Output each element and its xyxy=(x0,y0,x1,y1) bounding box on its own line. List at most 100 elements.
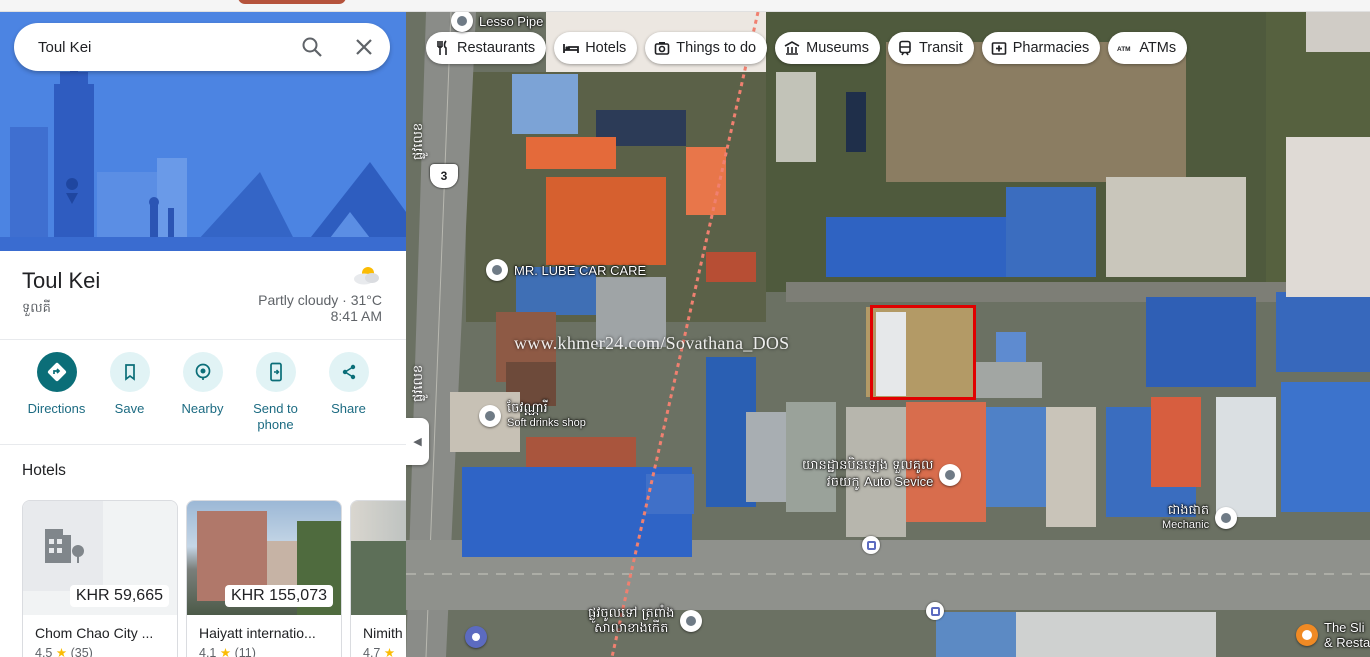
place-subtitle: ទួលគី xyxy=(22,301,51,316)
bus-stop-icon[interactable] xyxy=(926,602,944,620)
divider xyxy=(0,339,406,340)
fork-knife-icon xyxy=(435,40,451,56)
directions-icon xyxy=(36,352,77,392)
star-icon: ★ xyxy=(219,646,232,657)
chip-restaurants[interactable]: Restaurants xyxy=(426,32,547,64)
bed-icon xyxy=(563,40,580,56)
chip-transit[interactable]: Transit xyxy=(887,32,974,64)
collapse-panel-button[interactable]: ◀ xyxy=(406,418,429,465)
hotel-name: Nimith xyxy=(363,625,403,641)
road-label: ផ្លូវលេខ xyxy=(411,122,426,160)
map-pin-icon xyxy=(486,259,508,281)
chip-label: ATMs xyxy=(1139,40,1177,56)
chip-label: Pharmacies xyxy=(1012,40,1090,56)
poi-auto-service[interactable]: យានដ្ឋានបិនឡេង ទួលគូល វចយកូ Auto Sevice xyxy=(802,458,962,491)
hotel-card[interactable]: Nimith 4.7 ★ xyxy=(350,500,406,657)
poi-soft-drinks[interactable]: ចែវណ្ណារី Soft drinks shop xyxy=(479,401,586,431)
hotel-price: KHR 155,073 xyxy=(224,585,333,607)
directions-button[interactable]: Directions xyxy=(20,352,93,433)
action-buttons: Directions Save Nearby Send to phone Sha… xyxy=(0,352,406,433)
share-icon xyxy=(328,352,369,392)
action-label: Directions xyxy=(27,401,86,416)
star-icon: ★ xyxy=(383,646,396,657)
hotel-rating: 4.5 ★ (35) xyxy=(35,645,93,657)
browser-top-strip xyxy=(0,0,1370,12)
cafe-pin-icon xyxy=(1296,624,1318,646)
send-to-phone-button[interactable]: Send to phone xyxy=(239,352,312,433)
museum-icon xyxy=(784,40,800,56)
chip-hotels[interactable]: Hotels xyxy=(554,32,638,64)
poi-lesso-pipe[interactable]: Lesso Pipe xyxy=(451,12,543,32)
hotel-rating: 4.1 ★ (11) xyxy=(199,645,256,657)
search-box[interactable] xyxy=(14,23,390,71)
chip-label: Things to do xyxy=(676,40,757,56)
map-pin-icon xyxy=(939,463,962,486)
map-pin-icon xyxy=(680,610,703,632)
atm-pin-icon[interactable] xyxy=(465,626,487,648)
nearby-icon xyxy=(182,352,223,392)
search-icon[interactable] xyxy=(300,35,324,59)
poi-mr-lube[interactable]: MR. LUBE CAR CARE xyxy=(486,259,646,281)
map-pin-icon xyxy=(1215,507,1238,529)
hotels-section-title: Hotels xyxy=(22,462,66,479)
save-button[interactable]: Save xyxy=(93,352,166,433)
satellite-map[interactable]: Restaurants Hotels Things to do Museums … xyxy=(406,12,1370,657)
hero-illustration xyxy=(0,12,406,251)
weather-time: 8:41 AM xyxy=(330,308,382,324)
highlight-plot-box xyxy=(870,305,976,400)
poi-the-slice[interactable]: The Sli & Resta xyxy=(1296,620,1370,650)
hotel-price: KHR 59,665 xyxy=(69,585,169,607)
action-label: Nearby xyxy=(181,401,224,416)
bookmark-icon xyxy=(109,352,150,392)
hotel-rating: 4.7 ★ xyxy=(363,645,395,657)
weather-condition: Partly cloudy · 31°C xyxy=(258,292,382,308)
hotel-image xyxy=(351,501,406,615)
svg-text:ATM: ATM xyxy=(1117,46,1131,53)
chip-atms[interactable]: ATM ATMs xyxy=(1108,32,1188,64)
map-pin-icon xyxy=(479,405,501,427)
train-icon xyxy=(897,40,913,56)
action-label: Share xyxy=(331,401,366,416)
hotel-image: KHR 59,665 xyxy=(23,501,177,615)
camera-icon xyxy=(654,40,670,56)
road-shield: 3 xyxy=(430,164,458,188)
watermark: www.khmer24.com/Sovathana_DOS xyxy=(514,333,790,353)
action-label: Send to phone xyxy=(253,401,298,432)
poi-school-road[interactable]: ផ្លូវចូលទៅ ត្រពាំង សាលាខាងកើត xyxy=(588,606,703,636)
chevron-left-icon: ◀ xyxy=(413,436,422,448)
hotel-name: Chom Chao City ... xyxy=(35,625,154,641)
partly-cloudy-icon xyxy=(354,267,379,285)
bus-stop-icon[interactable] xyxy=(862,536,880,554)
phone-icon xyxy=(255,352,296,392)
chip-pharmacies[interactable]: Pharmacies xyxy=(981,32,1101,64)
category-chips: Restaurants Hotels Things to do Museums … xyxy=(426,32,1188,64)
chip-label: Restaurants xyxy=(457,40,536,56)
pharmacy-icon xyxy=(991,40,1007,56)
hotel-carousel: KHR 59,665 Chom Chao City ... 4.5 ★ (35)… xyxy=(22,500,406,657)
map-pin-icon xyxy=(451,12,473,32)
weather-info: Partly cloudy · 31°C 8:41 AM xyxy=(258,264,382,324)
divider xyxy=(0,444,406,445)
share-button[interactable]: Share xyxy=(312,352,385,433)
action-label: Save xyxy=(114,401,145,416)
place-panel: Toul Kei ទួលគី Partly cloudy · 31°C 8:41… xyxy=(0,12,406,657)
search-input[interactable] xyxy=(38,38,288,56)
poi-mechanic[interactable]: ជាងផាត Mechanic xyxy=(1162,503,1238,533)
road-label: ផ្លូវលេខ xyxy=(411,364,426,402)
star-icon: ★ xyxy=(55,646,68,657)
close-icon[interactable] xyxy=(352,35,376,59)
hotel-name: Haiyatt internatio... xyxy=(199,625,316,641)
chip-label: Museums xyxy=(806,40,869,56)
chip-label: Hotels xyxy=(585,40,627,56)
tab-indicator xyxy=(238,0,346,4)
nearby-button[interactable]: Nearby xyxy=(166,352,239,433)
place-title: Toul Kei xyxy=(22,268,101,293)
hotel-building-icon xyxy=(45,529,84,563)
chip-things-to-do[interactable]: Things to do xyxy=(645,32,768,64)
hotel-card[interactable]: KHR 59,665 Chom Chao City ... 4.5 ★ (35) xyxy=(22,500,178,657)
chip-label: Transit xyxy=(918,40,963,56)
hotel-card[interactable]: KHR 155,073 Haiyatt internatio... 4.1 ★ … xyxy=(186,500,342,657)
chip-museums[interactable]: Museums xyxy=(775,32,880,64)
atm-icon: ATM xyxy=(1117,40,1133,56)
hotel-image: KHR 155,073 xyxy=(187,501,341,615)
